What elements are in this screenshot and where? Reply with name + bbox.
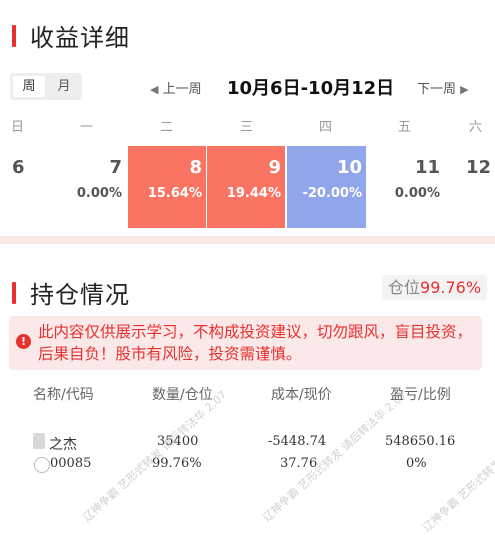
day-number: 10	[336, 157, 362, 178]
prev-week-label: 上一周	[162, 82, 202, 97]
next-week-button[interactable]: 下一周 ▶	[417, 78, 469, 97]
day-cell[interactable]: 10 -20.00%	[287, 146, 366, 228]
position-badge: 仓位99.76%	[382, 275, 488, 300]
redacted-code	[34, 457, 50, 473]
alert-icon: !	[16, 334, 31, 349]
day-number: 11	[414, 157, 440, 178]
next-week-label: 下一周	[417, 82, 457, 97]
period-toggle: 周 月	[10, 73, 82, 100]
day-return: -20.00%	[302, 186, 362, 201]
title-marker	[12, 24, 16, 47]
profit-loss: 548650.16	[385, 434, 456, 449]
day-number: 7	[109, 157, 122, 178]
day-cell[interactable]: 6	[0, 146, 30, 228]
stock-code: 00085	[50, 456, 92, 471]
earnings-title: 收益详细	[30, 24, 130, 52]
watermark: 辽神争霸 艺形式转发 请后转法华 2.07	[80, 388, 230, 525]
day-return: 0.00%	[394, 186, 440, 201]
col-header-cost: 成本/现价	[271, 387, 332, 403]
weekday-fri: 五	[398, 120, 412, 135]
weekday-tue: 二	[160, 120, 174, 135]
col-header-name: 名称/代码	[33, 387, 94, 403]
day-cell[interactable]: 12	[450, 146, 495, 228]
tab-month[interactable]: 月	[49, 76, 79, 97]
day-return: 0.00%	[76, 186, 122, 201]
day-cell[interactable]: 11 0.00%	[366, 146, 444, 228]
earnings-section-title: 收益详细	[12, 18, 130, 53]
section-divider	[0, 236, 495, 244]
day-cell[interactable]: 7 0.00%	[48, 146, 126, 228]
day-cell[interactable]: 9 19.44%	[207, 146, 285, 228]
holdings-title: 持仓情况	[30, 281, 130, 309]
watermark: 辽神争霸 艺形式转发 请后转法华 2.07	[420, 398, 495, 535]
chevron-left-icon: ◀	[150, 83, 159, 96]
risk-notice-text: 此内容仅供展示学习，不构成投资建议，切勿跟风，盲目投资，后果自负！股市有风险，投…	[38, 323, 473, 363]
prev-week-button[interactable]: ◀ 上一周	[150, 78, 202, 97]
position-value: 99.76%	[420, 278, 482, 297]
risk-notice: ! 此内容仅供展示学习，不构成投资建议，切勿跟风，盲目投资，后果自负！股市有风险…	[9, 316, 482, 370]
weekday-mon: 一	[80, 120, 94, 135]
day-number: 8	[189, 157, 202, 178]
weekday-sat: 六	[469, 120, 483, 135]
day-number: 12	[466, 157, 492, 178]
weekday-thu: 四	[319, 120, 333, 135]
position-label: 仓位	[388, 278, 421, 297]
weekday-sun: 日	[11, 120, 25, 135]
profit-loss-ratio: 0%	[406, 456, 427, 471]
cost-price: -5448.74	[268, 434, 327, 449]
holdings-section-title: 持仓情况	[12, 275, 130, 310]
day-number: 9	[268, 157, 281, 178]
day-return: 19.44%	[226, 186, 281, 201]
day-return: 15.64%	[147, 186, 202, 201]
tab-week[interactable]: 周	[13, 76, 45, 97]
chevron-right-icon: ▶	[460, 83, 469, 96]
redacted-name	[33, 433, 45, 449]
title-marker	[12, 281, 16, 304]
date-range: 10月6日-10月12日	[227, 78, 395, 99]
day-number: 6	[12, 157, 25, 178]
weekday-wed: 三	[240, 120, 254, 135]
day-cell[interactable]: 8 15.64%	[128, 146, 206, 228]
stock-name: 之杰	[49, 436, 77, 452]
